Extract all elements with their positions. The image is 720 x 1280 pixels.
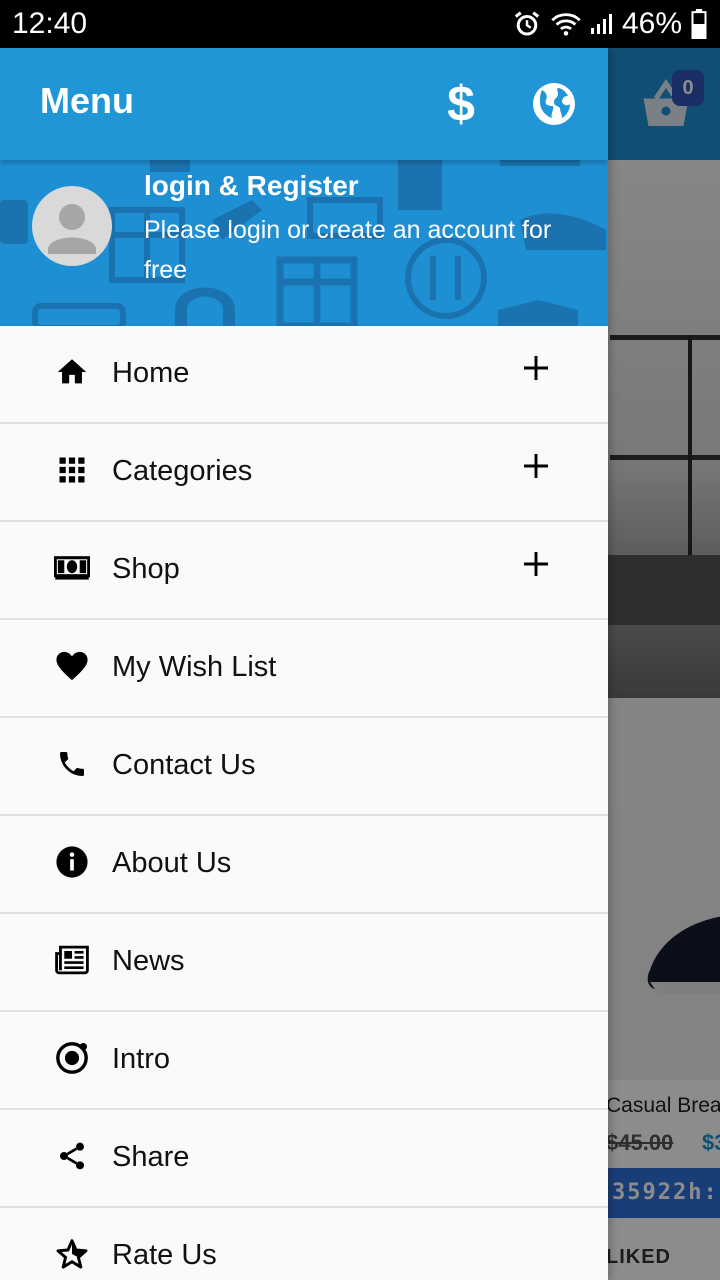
wifi-icon — [551, 13, 581, 36]
share-icon — [54, 1138, 90, 1174]
currency-button[interactable]: $ — [436, 76, 486, 132]
menu-item-rate[interactable]: Rate Us — [0, 1208, 608, 1280]
menu-item-home[interactable]: Home — [0, 326, 608, 424]
menu-item-shop[interactable]: Shop — [0, 522, 608, 620]
battery-icon — [691, 9, 707, 39]
battery-percent: 46% — [621, 7, 682, 40]
menu-item-label: Shop — [112, 553, 180, 585]
login-title[interactable]: login & Register — [144, 170, 359, 202]
menu-item-wishlist[interactable]: My Wish List — [0, 620, 608, 718]
drawer-menu: Home Categories Shop My Wish List Contac… — [0, 326, 608, 1280]
status-icons: 46% — [512, 6, 708, 42]
status-time: 12:40 — [12, 7, 88, 40]
status-bar: 12:40 46% — [0, 0, 720, 48]
menu-item-news[interactable]: News — [0, 914, 608, 1012]
newspaper-icon — [54, 942, 90, 978]
alarm-icon — [514, 11, 540, 36]
menu-item-label: Contact Us — [112, 749, 256, 781]
navigation-drawer: Menu $ login & Register Please login or … — [0, 48, 608, 1280]
globe-icon[interactable] — [530, 80, 578, 128]
menu-item-label: Rate Us — [112, 1239, 217, 1271]
menu-item-intro[interactable]: Intro — [0, 1012, 608, 1110]
expand-plus-icon[interactable] — [520, 352, 552, 384]
heart-icon — [54, 648, 90, 684]
drawer-toolbar: Menu $ — [0, 48, 608, 160]
star-icon — [54, 1236, 90, 1272]
drawer-header[interactable]: login & Register Please login or create … — [0, 160, 608, 326]
home-icon — [54, 354, 90, 390]
menu-item-label: Share — [112, 1141, 190, 1173]
menu-item-label: Categories — [112, 455, 253, 487]
drawer-title: Menu — [40, 80, 134, 121]
signal-icon — [590, 14, 612, 34]
expand-plus-icon[interactable] — [520, 548, 552, 580]
money-icon — [54, 550, 90, 586]
menu-item-label: Home — [112, 357, 190, 389]
menu-item-label: My Wish List — [112, 651, 277, 683]
menu-item-contact[interactable]: Contact Us — [0, 718, 608, 816]
menu-item-about[interactable]: About Us — [0, 816, 608, 914]
menu-item-categories[interactable]: Categories — [0, 424, 608, 522]
login-subtitle: Please login or create an account for fr… — [144, 216, 552, 284]
user-icon — [48, 204, 96, 254]
avatar[interactable] — [32, 186, 112, 266]
menu-item-label: Intro — [112, 1043, 171, 1075]
expand-plus-icon[interactable] — [520, 450, 552, 482]
grid-icon — [54, 452, 90, 488]
phone-icon — [54, 746, 90, 782]
info-icon — [54, 844, 90, 880]
menu-item-label: About Us — [112, 847, 232, 879]
intro-icon — [54, 1040, 90, 1076]
menu-item-share[interactable]: Share — [0, 1110, 608, 1208]
menu-item-label: News — [112, 945, 185, 977]
